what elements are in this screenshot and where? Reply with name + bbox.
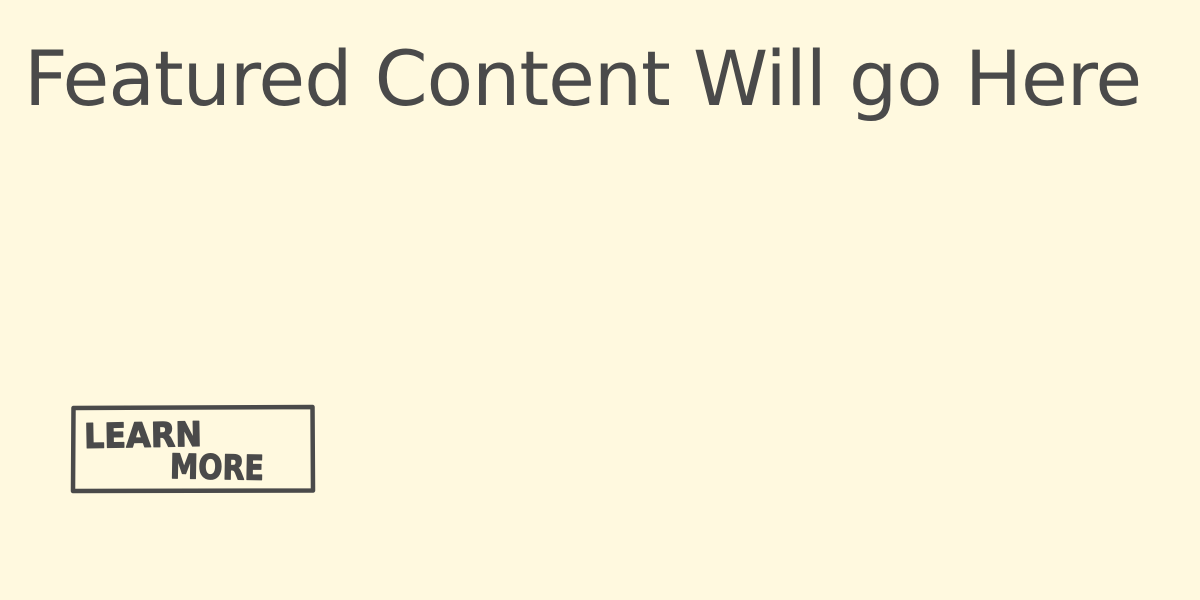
learn-more-sketch-frame: LEARN MORE (70, 404, 316, 494)
featured-headline: Featured Content Will go Here (24, 34, 1142, 123)
learn-more-label-line2: MORE (170, 447, 265, 489)
learn-more-button[interactable]: LEARN MORE (70, 404, 316, 494)
